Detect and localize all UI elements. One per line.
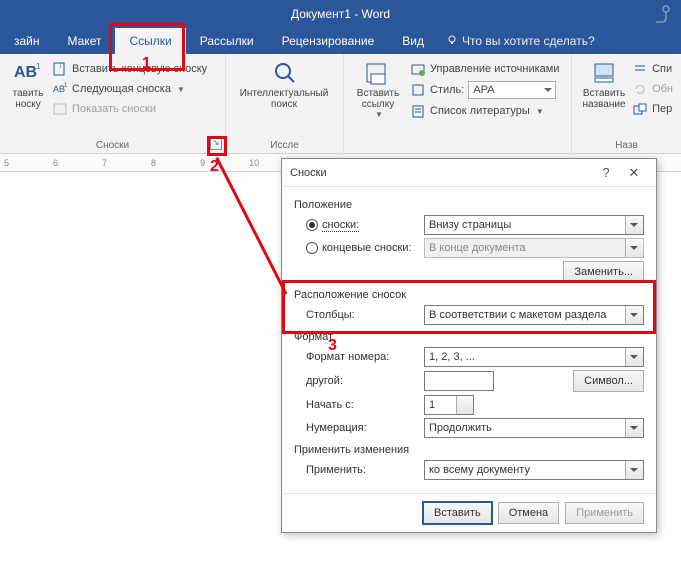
manage-sources-button[interactable]: Управление источниками <box>410 60 559 78</box>
toc-button[interactable]: Спи <box>632 60 673 78</box>
endnote-icon: i <box>52 61 68 77</box>
columns-select[interactable]: В соответствии с макетом раздела <box>424 305 644 325</box>
number-format-select[interactable]: 1, 2, 3, ... <box>424 347 644 367</box>
next-footnote-icon: AB1 <box>52 81 68 97</box>
section-position: Положение <box>294 199 644 211</box>
refresh-icon <box>632 81 648 97</box>
bibliography-button[interactable]: Список литературы ▼ <box>410 102 559 120</box>
help-button[interactable]: ? <box>592 165 620 180</box>
style-select[interactable]: APA <box>468 81 556 99</box>
show-notes-button[interactable]: Показать сноски <box>52 100 207 118</box>
chevron-down-icon: ▼ <box>177 85 185 94</box>
start-at-spinner[interactable]: 1 <box>424 395 474 415</box>
section-format: Формат <box>294 331 644 343</box>
app-logo-icon <box>649 2 673 29</box>
dialog-titlebar[interactable]: Сноски ? ✕ <box>282 159 656 187</box>
tab-design[interactable]: зайн <box>0 28 54 54</box>
tab-references[interactable]: Ссылки <box>115 28 185 54</box>
ribbon-tabs: зайн Макет Ссылки Рассылки Рецензировани… <box>0 28 681 54</box>
group-footnotes: AB1 тавить носку i Вставить концевую сно… <box>0 54 226 153</box>
tell-me[interactable]: Что вы хотите сделать? <box>438 28 595 54</box>
numbering-select[interactable]: Продолжить <box>424 418 644 438</box>
footnotes-dialog-launcher[interactable]: ↘ <box>210 138 222 150</box>
style-icon <box>410 82 426 98</box>
insert-button[interactable]: Вставить <box>423 502 492 524</box>
radio-footnotes[interactable] <box>306 219 318 231</box>
group-captions: Вставить название Спи Обн Пер Назв <box>572 54 681 153</box>
section-apply: Применить изменения <box>294 444 644 456</box>
title-bar: Документ1 - Word <box>0 0 681 28</box>
update-button[interactable]: Обн <box>632 80 673 98</box>
insert-endnote-button[interactable]: i Вставить концевую сноску <box>52 60 207 78</box>
group-label: Назв <box>572 140 681 151</box>
show-notes-icon <box>52 101 68 117</box>
convert-button[interactable]: Заменить... <box>563 261 644 283</box>
close-button[interactable]: ✕ <box>620 165 648 181</box>
insert-caption-button[interactable]: Вставить название <box>580 58 628 136</box>
sources-icon <box>410 61 426 77</box>
footnotes-position-select[interactable]: Внизу страницы <box>424 215 644 235</box>
endnotes-position-select: В конце документа <box>424 238 644 258</box>
section-layout: Расположение сносок <box>294 289 644 301</box>
tab-review[interactable]: Рецензирование <box>268 28 389 54</box>
footnote-ab-icon: AB1 <box>14 60 42 86</box>
citation-style[interactable]: Стиль: APA <box>410 80 559 100</box>
next-footnote-button[interactable]: AB1 Следующая сноска ▼ <box>52 80 207 98</box>
chevron-down-icon: ▼ <box>375 110 383 119</box>
ribbon: AB1 тавить носку i Вставить концевую сно… <box>0 54 681 154</box>
lightbulb-icon <box>446 34 458 49</box>
svg-text:1: 1 <box>64 83 67 89</box>
annotation-connector <box>215 157 287 295</box>
insert-footnote-button[interactable]: AB1 тавить носку <box>8 58 48 136</box>
cancel-button[interactable]: Отмена <box>498 502 559 524</box>
group-label: Иссле <box>226 140 343 151</box>
svg-text:AB: AB <box>14 64 37 81</box>
crossref-icon <box>632 101 648 117</box>
apply-button[interactable]: Применить <box>565 502 644 524</box>
list-icon <box>632 61 648 77</box>
crossref-button[interactable]: Пер <box>632 100 673 118</box>
tab-layout[interactable]: Макет <box>54 28 116 54</box>
caption-icon <box>590 60 618 86</box>
custom-mark-input[interactable] <box>424 371 494 391</box>
citation-icon <box>364 60 392 86</box>
group-research: Интеллектуальный поиск Иссле <box>226 54 344 153</box>
search-icon <box>270 60 298 86</box>
smart-lookup-button[interactable]: Интеллектуальный поиск <box>234 58 334 110</box>
radio-endnotes[interactable] <box>306 242 318 254</box>
insert-citation-button[interactable]: Вставить ссылку ▼ <box>352 58 404 136</box>
tab-view[interactable]: Вид <box>388 28 438 54</box>
apply-to-select[interactable]: ко всему документу <box>424 460 644 480</box>
symbol-button[interactable]: Символ... <box>573 370 644 392</box>
tab-mailings[interactable]: Рассылки <box>186 28 268 54</box>
dialog-title: Сноски <box>290 167 592 179</box>
footnotes-dialog: Сноски ? ✕ Положение сноски: Внизу стран… <box>281 158 657 533</box>
group-label: Сноски <box>0 140 225 151</box>
document-title: Документ1 - Word <box>291 7 390 21</box>
svg-text:1: 1 <box>36 62 41 71</box>
group-citations: Вставить ссылку ▼ Управление источниками… <box>344 54 572 153</box>
svg-text:i: i <box>60 64 61 70</box>
chevron-down-icon: ▼ <box>536 107 544 116</box>
bibliography-icon <box>410 103 426 119</box>
